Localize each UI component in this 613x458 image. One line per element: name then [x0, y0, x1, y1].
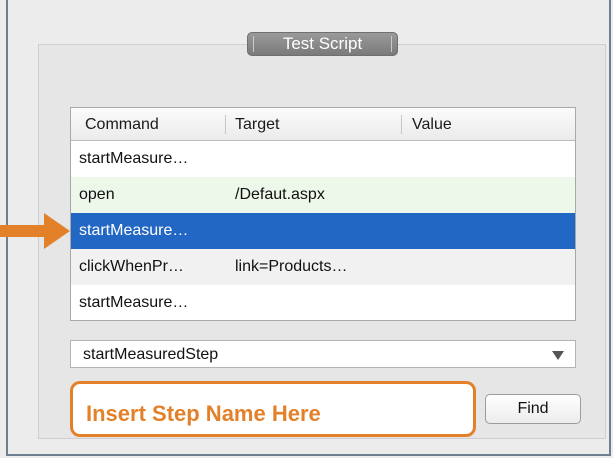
table-row-selected[interactable]: startMeasure… — [71, 213, 575, 249]
command-cell: open — [79, 186, 115, 203]
command-cell: startMeasure… — [79, 222, 189, 239]
command-cell: startMeasure… — [79, 294, 189, 311]
chevron-down-icon[interactable] — [552, 351, 564, 360]
step-name-placeholder: Insert Step Name Here — [86, 401, 321, 426]
right-arrow-icon — [0, 213, 70, 249]
command-cell: startMeasure… — [79, 150, 189, 167]
table-row[interactable]: startMeasure… — [71, 141, 575, 177]
find-button[interactable]: Find — [485, 394, 581, 424]
target-cell: link=Products… — [235, 258, 348, 275]
table-row[interactable]: startMeasure… — [71, 285, 575, 320]
table-header: Command Target Value — [71, 108, 575, 141]
step-name-field[interactable]: Insert Step Name Here — [70, 381, 476, 437]
panel-title-text: Test Script — [282, 34, 363, 53]
column-header-value[interactable]: Value — [412, 108, 452, 140]
command-select[interactable]: startMeasuredStep — [70, 340, 576, 368]
column-divider — [401, 115, 402, 134]
table-row[interactable]: open /Defaut.aspx — [71, 177, 575, 213]
column-divider — [225, 115, 226, 134]
command-cell: clickWhenPr… — [79, 258, 184, 275]
command-select-value: startMeasuredStep — [83, 346, 219, 363]
column-header-command[interactable]: Command — [85, 108, 159, 140]
target-cell: /Defaut.aspx — [235, 186, 325, 203]
column-header-target[interactable]: Target — [235, 108, 279, 140]
table-row[interactable]: clickWhenPr… link=Products… — [71, 249, 575, 285]
command-table[interactable]: Command Target Value startMeasure… open … — [70, 107, 576, 321]
panel-title: Test Script — [247, 32, 398, 56]
